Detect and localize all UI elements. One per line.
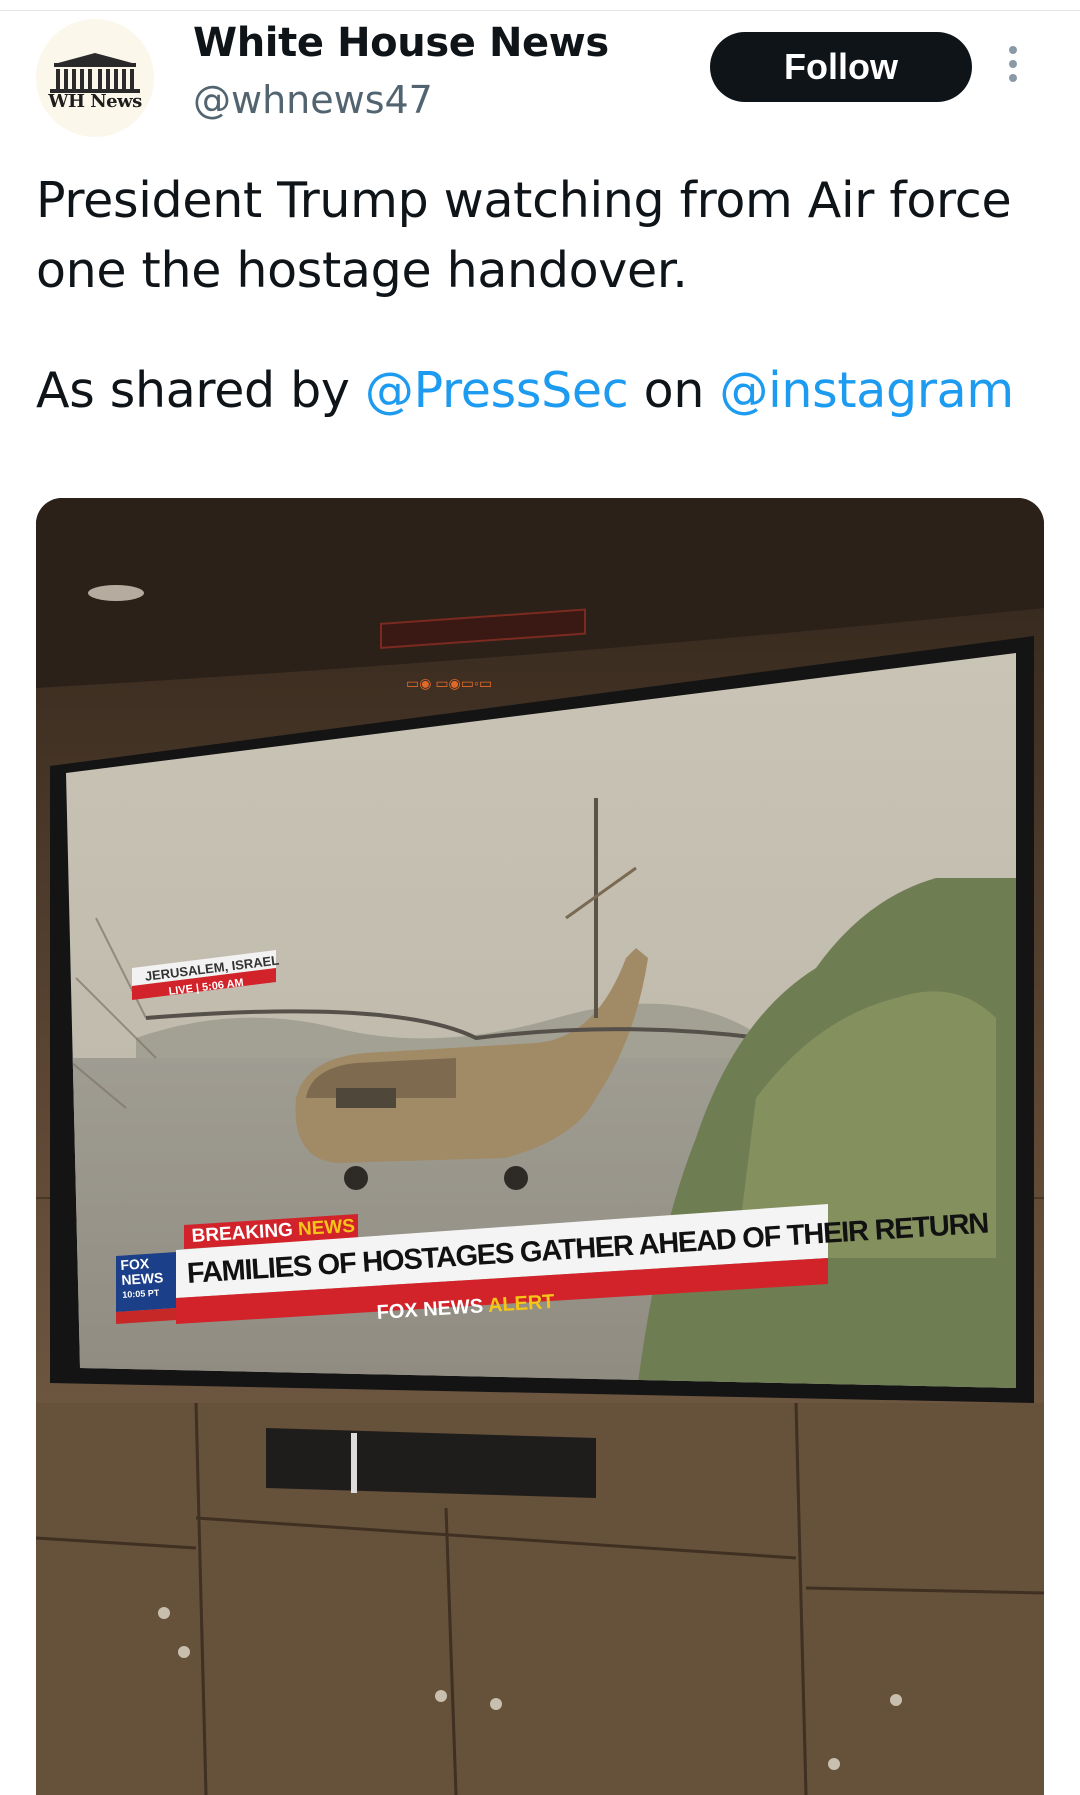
user-handle[interactable]: @whnews47 xyxy=(193,78,433,122)
avatar-label: WH News xyxy=(48,91,142,112)
top-divider xyxy=(0,10,1080,11)
shared-prefix: As shared by xyxy=(36,362,365,419)
avatar[interactable]: WH News xyxy=(36,19,154,137)
shared-line: As shared by @PressSec on @instagram xyxy=(36,356,1046,426)
tweet-line: President Trump watching from Air force … xyxy=(36,172,1012,299)
follow-button[interactable]: Follow xyxy=(710,32,972,102)
white-house-icon xyxy=(50,53,140,93)
tv-alert-word: ALERT xyxy=(487,1290,556,1317)
more-vertical-icon[interactable] xyxy=(1006,46,1020,88)
mention-presssec[interactable]: @PressSec xyxy=(365,362,629,419)
mention-instagram[interactable]: @instagram xyxy=(719,362,1014,419)
tv-network-time: 10:05 PT xyxy=(122,1287,160,1300)
svg-text:▭◉ ▭◉▭◦▭: ▭◉ ▭◉▭◦▭ xyxy=(406,675,492,691)
photo-scene: ▭◉ ▭◉▭◦▭ xyxy=(36,498,1044,1795)
tv-network-logo: FOX NEWS 10:05 PT xyxy=(120,1255,165,1303)
display-name[interactable]: White House News xyxy=(193,20,609,66)
tv-news-word: NEWS xyxy=(297,1215,356,1241)
tweet-text: President Trump watching from Air force … xyxy=(36,166,1046,426)
shared-middle: on xyxy=(628,362,720,419)
tweet-photo[interactable]: ▭◉ ▭◉▭◦▭ JERUSALEM, ISRAEL LIVE | 5:06 A… xyxy=(36,498,1044,1795)
